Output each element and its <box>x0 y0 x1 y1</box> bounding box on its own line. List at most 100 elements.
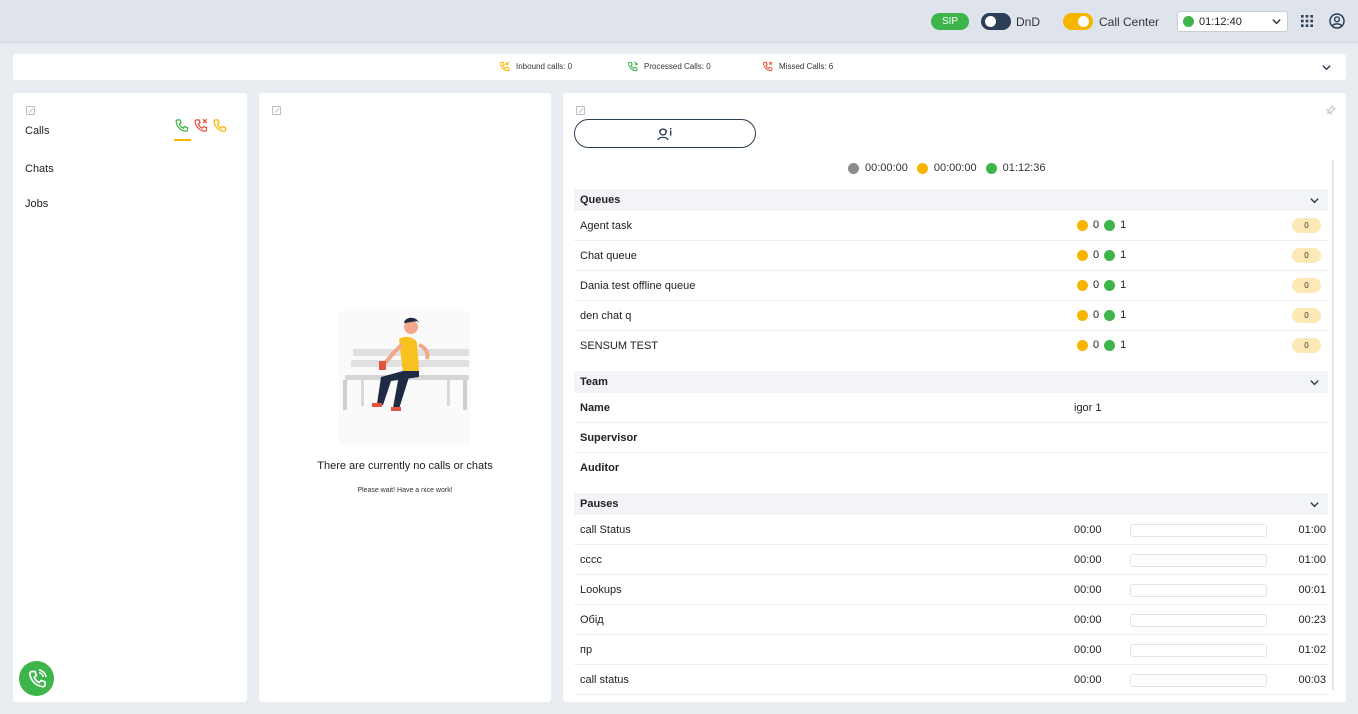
incoming-call-icon[interactable] <box>212 118 227 133</box>
timer-busy: 00:00:00 <box>916 162 977 174</box>
pause-progress-bar <box>1130 584 1267 597</box>
sip-status-badge[interactable]: SIP <box>931 13 969 30</box>
chevron-down-icon[interactable] <box>1309 499 1320 510</box>
pause-spent: 00:00 <box>1074 614 1102 626</box>
queue-row: Dania test offline queue 01 0 <box>574 271 1328 301</box>
pause-row[interactable]: call Status 00:00 01:00 <box>574 515 1328 545</box>
pause-spent: 00:00 <box>1074 644 1102 656</box>
status-timers: 00:00:00 00:00:00 01:12:36 <box>848 162 1045 174</box>
agents-dot <box>1104 339 1116 351</box>
expand-icon[interactable] <box>576 106 585 115</box>
agents-count: 1 <box>1120 249 1127 261</box>
dialer-button[interactable] <box>19 661 54 696</box>
status-timer: 01:12:40 <box>1199 16 1242 28</box>
team-auditor-label: Auditor <box>580 462 620 474</box>
accepted-call-icon[interactable] <box>174 118 189 133</box>
queue-counts: 01 <box>1077 339 1126 351</box>
call-stats-bar: Inbound calls: 0 Processed Calls: 0 Miss… <box>13 54 1346 80</box>
agents-dot <box>1104 249 1116 261</box>
agents-dot <box>1104 309 1116 321</box>
pause-row[interactable]: call status 00:00 00:03 <box>574 665 1328 695</box>
waiting-count: 0 <box>1093 279 1100 291</box>
timer-online: 01:12:36 <box>985 162 1046 174</box>
pause-spent: 00:00 <box>1074 554 1102 566</box>
pause-limit: 00:01 <box>1298 584 1326 596</box>
nav-item-jobs[interactable]: Jobs <box>25 198 48 210</box>
conversation-panel: There are currently no calls or chats Pl… <box>259 93 551 702</box>
team-supervisor-row: Supervisor <box>574 423 1328 453</box>
agent-info-button[interactable] <box>574 119 756 148</box>
missed-call-icon[interactable] <box>193 118 208 133</box>
user-profile-icon[interactable] <box>1329 13 1345 29</box>
agent-info-panel: 00:00:00 00:00:00 01:12:36 Queues Agent … <box>563 93 1346 702</box>
pin-icon[interactable] <box>1326 105 1336 115</box>
pause-row[interactable]: Обід 00:00 00:23 <box>574 605 1328 635</box>
chevron-down-icon[interactable] <box>1309 195 1320 206</box>
call-filter-icons <box>174 118 227 133</box>
queue-badge: 0 <box>1292 278 1321 293</box>
team-name-value: igor 1 <box>1074 402 1102 414</box>
team-name-row: Name igor 1 <box>574 393 1328 423</box>
agent-status-select[interactable]: 01:12:40 <box>1177 11 1288 32</box>
chevron-down-icon[interactable] <box>1309 377 1320 388</box>
pause-limit: 01:00 <box>1298 554 1326 566</box>
pauses-section-header[interactable]: Pauses <box>574 493 1328 515</box>
pause-limit: 00:23 <box>1298 614 1326 626</box>
queues-section-header[interactable]: Queues <box>574 189 1328 211</box>
pause-row[interactable]: Lookups 00:00 00:01 <box>574 575 1328 605</box>
expand-icon[interactable] <box>272 106 281 115</box>
missed-call-icon <box>763 61 773 72</box>
waiting-dot <box>1077 279 1088 291</box>
pause-row[interactable]: cccc 00:00 01:00 <box>574 545 1328 575</box>
pause-progress-bar <box>1130 554 1267 567</box>
nav-item-chats[interactable]: Chats <box>25 163 54 175</box>
waiting-dot <box>1077 339 1088 351</box>
agents-dot <box>1104 219 1116 231</box>
pause-row[interactable]: пр 00:00 01:02 <box>574 635 1328 665</box>
scrollbar[interactable] <box>1332 160 1334 690</box>
team-supervisor-label: Supervisor <box>580 432 638 444</box>
waiting-dot <box>1077 249 1088 261</box>
queue-name: Agent task <box>580 220 632 232</box>
queue-row: SENSUM TEST 01 0 <box>574 331 1328 361</box>
processed-calls-stat: Processed Calls: 0 <box>627 61 711 72</box>
chevron-down-icon[interactable] <box>1321 62 1332 73</box>
waiting-count: 0 <box>1093 339 1100 351</box>
queue-counts: 01 <box>1077 219 1126 231</box>
nav-item-calls[interactable]: Calls <box>25 125 49 137</box>
dnd-toggle[interactable] <box>981 13 1011 30</box>
pause-limit: 01:02 <box>1298 644 1326 656</box>
agent-details: Queues Agent task 01 0 Chat queue 01 0 D… <box>574 189 1328 695</box>
pause-progress-bar <box>1130 674 1267 687</box>
queue-row: den chat q 01 0 <box>574 301 1328 331</box>
timer-value: 01:12:36 <box>1002 162 1046 174</box>
apps-grid-icon[interactable] <box>1301 15 1313 27</box>
dnd-label: DnD <box>1016 15 1041 29</box>
pause-limit: 01:00 <box>1298 524 1326 536</box>
agent-info-icon <box>657 127 672 140</box>
team-name-label: Name <box>580 402 610 414</box>
timer-dot <box>916 162 928 174</box>
team-title: Team <box>580 376 608 388</box>
waiting-dot <box>1077 309 1088 321</box>
team-section-header[interactable]: Team <box>574 371 1328 393</box>
pause-name: Lookups <box>580 584 622 596</box>
agents-count: 1 <box>1120 279 1127 291</box>
call-center-toggle[interactable] <box>1063 13 1093 30</box>
inbound-call-icon <box>500 61 510 72</box>
missed-calls-text: Missed Calls: 6 <box>779 62 834 71</box>
pause-name: Обід <box>580 614 604 626</box>
queue-counts: 01 <box>1077 279 1126 291</box>
queue-name: SENSUM TEST <box>580 340 659 352</box>
expand-icon[interactable] <box>26 106 35 115</box>
pause-limit: 00:03 <box>1298 674 1326 686</box>
timer-value: 00:00:00 <box>933 162 977 174</box>
pause-spent: 00:00 <box>1074 524 1102 536</box>
queue-badge: 0 <box>1292 338 1321 353</box>
queue-badge: 0 <box>1292 248 1321 263</box>
timer-offline: 00:00:00 <box>848 162 908 174</box>
processed-calls-text: Processed Calls: 0 <box>644 62 711 71</box>
pause-progress-bar <box>1130 614 1267 627</box>
